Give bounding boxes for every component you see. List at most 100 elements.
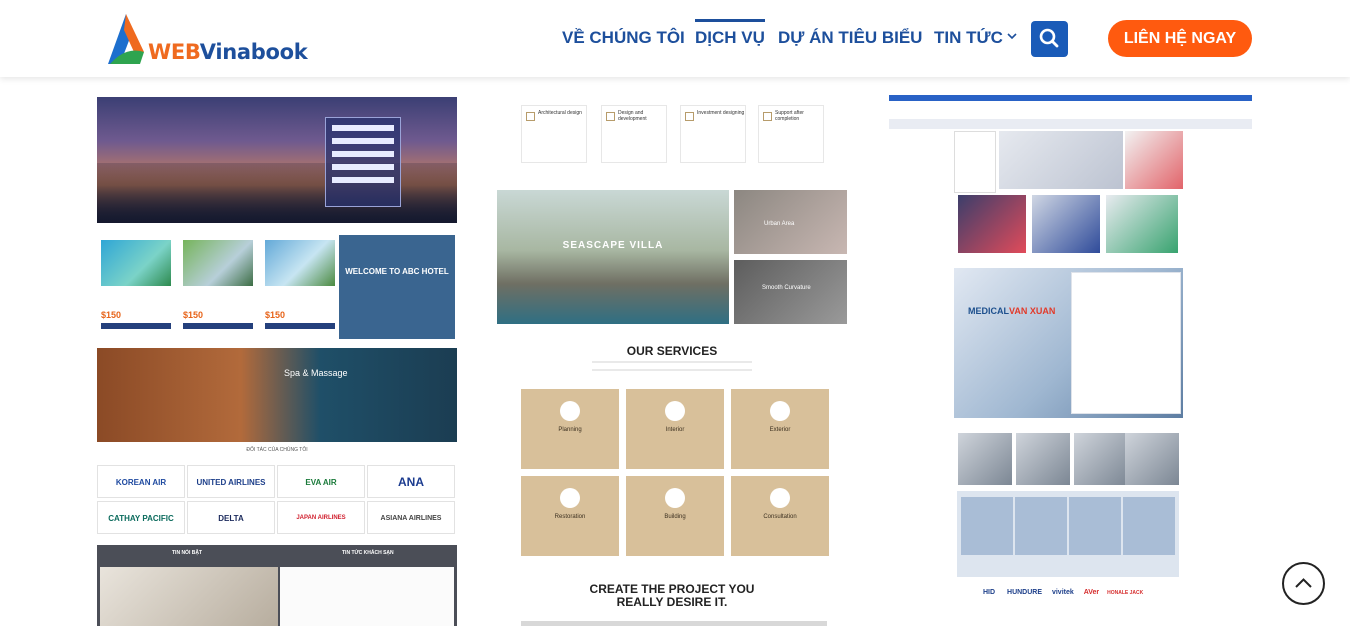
urban-label: Urban Area <box>764 221 795 227</box>
curvature-label: Smooth Curvature <box>762 285 811 291</box>
villa-title: SEASCAPE VILLA <box>562 240 664 251</box>
team-section <box>957 491 1179 577</box>
equipment-tile <box>1074 433 1128 485</box>
airline-logo: EVA AIR <box>277 465 365 498</box>
page: $150 $150 $150 WELCOME TO ABC HOTEL Spa … <box>0 0 1350 626</box>
airline-logo: UNITED AIRLINES <box>187 465 275 498</box>
spa-title: Spa & Massage <box>284 368 348 378</box>
brand: AVer <box>1083 589 1100 596</box>
nav-item-projects[interactable]: DỰ ÁN TIÊU BIỂU <box>778 28 922 48</box>
hotel-spa-banner: Spa & Massage <box>97 348 457 442</box>
service-name: Consultation <box>763 514 797 520</box>
create-project-heading: CREATE THE PROJECT YOU REALLY DESIRE IT. <box>497 583 847 609</box>
room-card: $150 <box>101 240 171 338</box>
service-tile: Consultation <box>731 476 829 556</box>
medical-hero-banner: MEDICALVAN XUAN <box>954 268 1183 418</box>
airline-logo: ASIANA AIRLINES <box>367 501 455 534</box>
brand: vivitek <box>1051 589 1074 596</box>
equipment-tile <box>1125 433 1179 485</box>
portfolio-card-hotel[interactable]: $150 $150 $150 WELCOME TO ABC HOTEL Spa … <box>97 95 459 626</box>
product-tile <box>958 195 1026 253</box>
feature-box: Support after completion <box>758 105 824 163</box>
feature-title: Design and development <box>618 110 647 122</box>
team-member <box>1069 497 1121 555</box>
news-right-title: TIN TỨC KHÁCH SẠN <box>342 550 394 556</box>
airline-logo: JAPAN AIRLINES <box>277 501 365 534</box>
hotel-booking-form <box>325 117 401 207</box>
partner-brands: HID HUNDURE vivitek AVer HONALE JACK <box>957 589 1179 601</box>
airline-logos: KOREAN AIR UNITED AIRLINES EVA AIR ANA C… <box>97 465 459 535</box>
back-to-top-button[interactable] <box>1282 562 1325 605</box>
service-name: Planning <box>558 427 582 433</box>
service-name: Building <box>664 514 686 520</box>
airline-logo: ANA <box>367 465 455 498</box>
service-tile: Restoration <box>521 476 619 556</box>
hotel-city-skyline <box>97 163 457 223</box>
airline-logo: KOREAN AIR <box>97 465 185 498</box>
nav-item-news-label: TIN TỨC <box>934 28 1003 47</box>
equipment-tile <box>958 433 1012 485</box>
airline-logo: DELTA <box>187 501 275 534</box>
feature-title: Investment designing <box>697 110 745 116</box>
partners-title: ĐỐI TÁC CỦA CHÚNG TÔI <box>246 447 308 453</box>
product-banner <box>1125 131 1183 189</box>
service-name: Interior <box>665 427 685 433</box>
urban-area-tile: Urban Area <box>734 190 847 254</box>
medical-contact-form <box>1071 272 1181 414</box>
create-line-2: REALLY DESIRE IT. <box>616 595 728 609</box>
logo-mark-icon <box>108 14 144 64</box>
hotel-news-section: TIN NỔI BẬT TIN TỨC KHÁCH SẠN <box>97 545 457 626</box>
service-tile: Exterior <box>731 389 829 469</box>
site-logo[interactable]: WEBVinabook <box>106 12 336 68</box>
medical-nav-bar <box>889 119 1252 129</box>
services-title: OUR SERVICES <box>626 344 718 358</box>
villa-hero-image: SEASCAPE VILLA <box>497 190 729 324</box>
nav-item-about[interactable]: VỀ CHÚNG TÔI <box>562 28 685 48</box>
service-tile: Interior <box>626 389 724 469</box>
brand: HONALE JACK <box>1107 590 1144 596</box>
chevron-down-icon <box>1007 33 1017 40</box>
room-price: $150 <box>101 310 122 320</box>
brand: HUNDURE <box>1007 589 1043 596</box>
team-member <box>1015 497 1067 555</box>
product-banner <box>999 131 1123 189</box>
service-tile: Planning <box>521 389 619 469</box>
room-card: $150 <box>265 240 335 338</box>
feature-box: Design and development <box>601 105 667 163</box>
product-tile <box>1106 195 1178 253</box>
hotel-room-list: $150 $150 $150 <box>101 228 335 338</box>
room-card: $150 <box>183 240 253 338</box>
portfolio-card-medical[interactable]: MEDICALVAN XUAN HID HUNDURE vivitek AVer… <box>889 95 1252 606</box>
medical-brand: MEDICALVAN XUAN <box>968 306 1056 316</box>
nav-item-news[interactable]: TIN TỨC <box>934 28 1017 48</box>
brand: HID <box>983 589 996 596</box>
search-button[interactable] <box>1031 21 1068 57</box>
news-left-title: TIN NỔI BẬT <box>172 550 202 556</box>
feature-title: Support after completion <box>775 110 804 122</box>
team-member <box>961 497 1013 555</box>
airline-logo: CATHAY PACIFIC <box>97 501 185 534</box>
equipment-tile <box>1016 433 1070 485</box>
contact-now-button[interactable]: LIÊN HỆ NGAY <box>1108 20 1252 57</box>
feature-title: Architectural design <box>538 110 582 116</box>
room-price: $150 <box>183 310 204 320</box>
room-price: $150 <box>265 310 286 320</box>
portfolio-card-architecture[interactable]: Architectural design Design and developm… <box>497 95 847 626</box>
hotel-welcome-banner: WELCOME TO ABC HOTEL <box>339 235 455 339</box>
team-member <box>1123 497 1175 555</box>
feature-box: Architectural design <box>521 105 587 163</box>
logo-text: WEBVinabook <box>148 40 308 64</box>
site-header: WEBVinabook VỀ CHÚNG TÔI DỊCH VỤ DỰ ÁN T… <box>0 0 1350 77</box>
curvature-tile: Smooth Curvature <box>734 260 847 324</box>
medical-category-box <box>954 131 996 193</box>
nav-item-services[interactable]: DỊCH VỤ <box>695 19 765 48</box>
service-name: Restoration <box>554 514 586 520</box>
search-icon <box>1039 28 1059 48</box>
feature-box: Investment designing <box>680 105 746 163</box>
product-tile <box>1032 195 1100 253</box>
service-tile: Building <box>626 476 724 556</box>
services-subtitle <box>592 361 752 371</box>
chevron-up-icon <box>1295 578 1312 588</box>
service-name: Exterior <box>769 427 791 433</box>
footer-image-strip <box>521 621 827 626</box>
